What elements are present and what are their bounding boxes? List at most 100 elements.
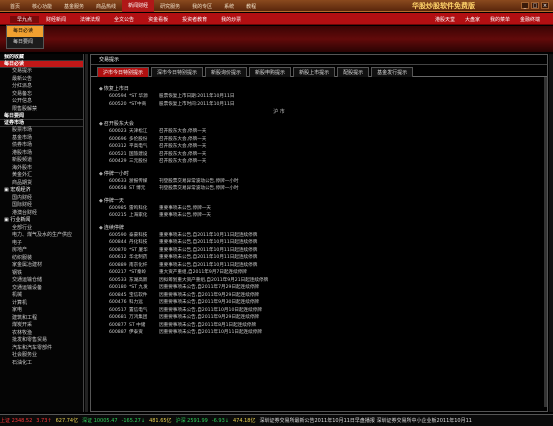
tab[interactable]: 配股提示: [337, 67, 370, 77]
top-nav-item[interactable]: 基金服务: [58, 3, 90, 10]
sub-nav-right-item[interactable]: 金融终端: [515, 16, 545, 23]
sidebar-item[interactable]: 钢铁: [0, 270, 83, 278]
list-item[interactable]: 600696 多伦股份 召开股东大会,停牌一天: [99, 136, 539, 144]
sidebar-item[interactable]: 建筑和工程: [0, 315, 83, 323]
list-item[interactable]: 600520 *ST中商 股票恢复上市时间:2011年10月11日: [99, 101, 539, 109]
sidebar-item[interactable]: 家电: [0, 307, 83, 315]
sidebar-item[interactable]: 机械: [0, 292, 83, 300]
top-nav-item[interactable]: 系统: [218, 3, 240, 10]
top-nav-item[interactable]: 我的专区: [186, 3, 218, 10]
sidebar-item[interactable]: 公开信息: [0, 98, 83, 106]
sidebar-item[interactable]: 房地产: [0, 247, 83, 255]
list-item[interactable]: 600215 上海家化 重要事项未公告,停牌一天: [99, 212, 539, 220]
sidebar-group[interactable]: 每日必读: [0, 61, 83, 68]
list-item[interactable]: 600633 浙报传媒 刊登股票交易异常波动公告,停牌一小时: [99, 178, 539, 186]
list-item[interactable]: 600517 置信电气 因重要事项未公告,自2011年10月10日起连续停牌: [99, 307, 539, 315]
list-item[interactable]: 600217 *ST秦岭 重大资产重组,自2011年9月7日起连续停牌: [99, 269, 539, 277]
sidebar-item[interactable]: 煤炭开采: [0, 322, 83, 330]
top-nav-item[interactable]: 首页: [4, 3, 26, 10]
top-nav-item[interactable]: 核心功能: [26, 3, 58, 10]
sub-nav-item[interactable]: 法律法规: [73, 16, 107, 23]
sub-nav-item[interactable]: 资金看板: [141, 16, 175, 23]
list-item[interactable]: 600590 泰豪科技 重要事项未公告,自2011年10月11日起连续停牌: [99, 232, 539, 240]
tab[interactable]: 沪市今日特别提示: [97, 67, 150, 77]
list-item[interactable]: 600023 天津松江 召开股东大会,停牌一天: [99, 128, 539, 136]
sidebar-item[interactable]: 纺织服装: [0, 255, 83, 263]
tab[interactable]: 新股申购提示: [249, 67, 292, 77]
list-item[interactable]: 600594 *ST 华源 股票恢复上市日期:2011年10月11日: [99, 93, 539, 101]
list-item[interactable]: 600985 雷鸣科化 重要事项未公告,停牌一天: [99, 205, 539, 213]
list-item[interactable]: 600681 万鸿集团 因重要事项未公告,自2011年9月29日起连续停牌: [99, 314, 539, 322]
sidebar-item[interactable]: 基金市场: [0, 135, 83, 143]
list-item[interactable]: 600612 华北制药 重要事项未公告,自2011年10月11日起连续停牌: [99, 254, 539, 262]
sidebar-item[interactable]: 交易提示: [0, 68, 83, 76]
sidebar-item[interactable]: 农林牧渔: [0, 330, 83, 338]
list-item[interactable]: 600845 宝信软件 因重要事项未公告,自2011年9月29日起连续停牌: [99, 292, 539, 300]
dropdown-item[interactable]: 每日要闻: [7, 37, 43, 48]
sidebar-item[interactable]: 电子: [0, 240, 83, 248]
tab[interactable]: 深市今日特别提示: [151, 67, 204, 77]
sidebar-item[interactable]: 港股市场: [0, 150, 83, 158]
list-item[interactable]: 600429 三元股份 召开股东大会,停牌一天: [99, 158, 539, 166]
sub-nav-item[interactable]: 早九点: [10, 15, 40, 23]
list-item[interactable]: 600877 ST 中储 因重要事项未公告,自2011年8月1日起连续停牌: [99, 322, 539, 330]
sidebar-item[interactable]: 股票市场: [0, 127, 83, 135]
sidebar-item[interactable]: 限售股解禁: [0, 106, 83, 114]
sidebar-group[interactable]: 每日要闻: [0, 113, 83, 120]
sidebar-group[interactable]: ▣ 行业新闻: [0, 217, 83, 225]
sidebar-item[interactable]: 计算机: [0, 300, 83, 308]
sub-nav-item[interactable]: 我的炒票: [214, 16, 248, 23]
sidebar-item[interactable]: 黄金外汇: [0, 172, 83, 180]
list-item[interactable]: 600533 东湖高新 因拟筹划重大资产重组,自2011年9月21日起连续停牌: [99, 277, 539, 285]
sidebar-item[interactable]: 家金属冶建材: [0, 262, 83, 270]
sub-nav-right-item[interactable]: 港股天堂: [430, 16, 460, 23]
close-icon[interactable]: ×: [541, 2, 549, 9]
minimize-icon[interactable]: _: [521, 2, 529, 9]
sidebar-item[interactable]: 社会服务业: [0, 352, 83, 360]
sidebar-group[interactable]: 证券市场: [0, 120, 83, 127]
sidebar-group[interactable]: ▣ 宏观经济: [0, 187, 83, 195]
maximize-icon[interactable]: □: [531, 2, 539, 9]
sidebar-item[interactable]: 海外股市: [0, 165, 83, 173]
dropdown-item[interactable]: 每日必读: [7, 26, 43, 37]
list-item[interactable]: 600476 科力远 因重要事项未公告,自2011年9月30日起连续停牌: [99, 299, 539, 307]
list-item[interactable]: 600870 *ST 厦华 重要事项未公告,自2011年10月11日起连续停牌: [99, 247, 539, 255]
list-item[interactable]: 600180 *ST 九发 因重要事项未公告,自2011年7月29日起连续停牌: [99, 284, 539, 292]
sidebar-item[interactable]: 国内财经: [0, 195, 83, 203]
list-item[interactable]: 600889 南京化纤 重要事项未公告,自2011年10月11日起连续停牌: [99, 262, 539, 270]
sidebar-item[interactable]: 商品期货: [0, 180, 83, 188]
sidebar-item[interactable]: 交易备忘: [0, 91, 83, 99]
list-item[interactable]: 600521 国旅建设 召开股东大会,停牌一天: [99, 151, 539, 159]
list-item[interactable]: 600887 伊泰资 因重要事项未公告,自2011年10月11日起连续停牌: [99, 329, 539, 337]
sidebar-item[interactable]: 批发和零售贸易: [0, 337, 83, 345]
tab[interactable]: 基金发行提示: [371, 67, 414, 77]
sub-nav-item[interactable]: 财经新闻: [39, 16, 73, 23]
tab[interactable]: 新股询价提示: [205, 67, 248, 77]
sidebar-item[interactable]: 港澳台财经: [0, 210, 83, 218]
sidebar-group[interactable]: 我的收藏: [0, 54, 83, 61]
sidebar-item[interactable]: 交通运输仓储: [0, 277, 83, 285]
top-nav-item[interactable]: 研究服务: [154, 3, 186, 10]
list-item[interactable]: 600844 丹化科技 重要事项未公告,自2011年10月11日起连续停牌: [99, 239, 539, 247]
sidebar-item[interactable]: 分红派息: [0, 83, 83, 91]
sidebar-item[interactable]: 债券市场: [0, 142, 83, 150]
sub-nav-item[interactable]: 投资者教育: [175, 16, 214, 23]
tab[interactable]: 新股上市提示: [293, 67, 336, 77]
sidebar-item[interactable]: 交通运输设备: [0, 285, 83, 293]
sidebar-item[interactable]: 汽车和汽车零部件: [0, 345, 83, 353]
top-nav-item[interactable]: 新闻财经: [122, 0, 155, 12]
sub-nav-right-item[interactable]: 大盘家: [460, 16, 485, 23]
list-item[interactable]: 600312 平高电气 召开股东大会,停牌一天: [99, 143, 539, 151]
sidebar-item[interactable]: 全部行业: [0, 225, 83, 233]
sub-nav-right-item[interactable]: 我的菜单: [485, 16, 515, 23]
sidebar-item[interactable]: 国际财经: [0, 202, 83, 210]
list-item[interactable]: 600658 ST 博元 刊登股票交易异常波动公告,停牌一小时: [99, 185, 539, 193]
sidebar-scrollbar[interactable]: [85, 54, 88, 412]
sidebar-item[interactable]: 电力、煤气及水的生产供应: [0, 232, 83, 240]
sidebar-item[interactable]: 新股频道: [0, 157, 83, 165]
sidebar-item[interactable]: 石油化工: [0, 360, 83, 368]
sub-nav-item[interactable]: 全文公告: [107, 16, 141, 23]
top-nav-item[interactable]: 商品热线: [90, 3, 122, 10]
top-nav-item[interactable]: 教程: [240, 3, 262, 10]
content-scrollbar[interactable]: [544, 77, 547, 407]
